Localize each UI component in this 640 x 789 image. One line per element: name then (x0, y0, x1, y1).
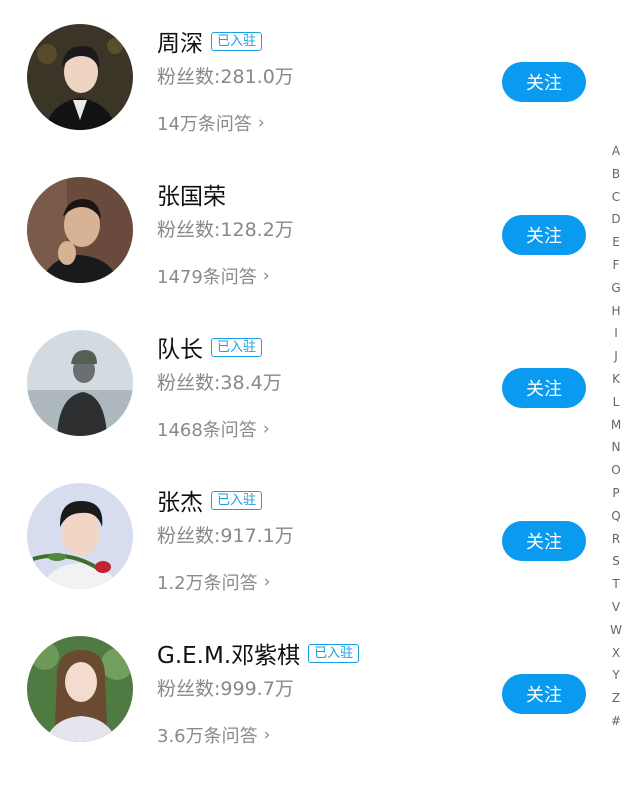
qa-count: 1468条问答 (157, 420, 257, 441)
chevron-right-icon: › (262, 266, 270, 286)
index-letter-s[interactable]: S (604, 550, 628, 573)
verified-badge: 已入驻 (211, 337, 263, 357)
avatar[interactable] (27, 24, 133, 130)
qa-count: 1479条问答 (157, 267, 257, 288)
user-name[interactable]: G.E.M.邓紫棋 (157, 636, 300, 670)
index-letter-f[interactable]: F (604, 254, 628, 277)
index-letter-m[interactable]: M (604, 414, 628, 437)
index-letter-c[interactable]: C (604, 186, 628, 209)
follow-button[interactable]: 关注 (502, 368, 586, 408)
qa-count-link[interactable]: 1468条问答 › (157, 416, 270, 442)
follow-button[interactable]: 关注 (502, 62, 586, 102)
verified-badge: 已入驻 (308, 643, 360, 663)
avatar[interactable] (27, 177, 133, 283)
user-name[interactable]: 张国荣 (157, 177, 226, 211)
qa-count: 14万条问答 (157, 114, 252, 135)
index-letter-a[interactable]: A (604, 140, 628, 163)
index-letter-g[interactable]: G (604, 277, 628, 300)
qa-count-link[interactable]: 1479条问答 › (157, 263, 270, 289)
avatar[interactable] (27, 330, 133, 436)
index-letter-d[interactable]: D (604, 208, 628, 231)
user-name[interactable]: 周深 (157, 24, 203, 58)
index-letter-hash[interactable]: # (604, 710, 628, 733)
index-letter-e[interactable]: E (604, 231, 628, 254)
index-letter-p[interactable]: P (604, 482, 628, 505)
follower-count: 粉丝数:38.4万 (157, 372, 282, 394)
index-letter-v[interactable]: V (604, 596, 628, 619)
chevron-right-icon: › (263, 725, 271, 745)
avatar[interactable] (27, 636, 133, 742)
index-letter-j[interactable]: J (604, 345, 628, 368)
follow-button[interactable]: 关注 (502, 521, 586, 561)
verified-badge: 已入驻 (211, 31, 263, 51)
user-row-zhang-guorong[interactable]: 张国荣 粉丝数:128.2万 1479条问答 › 关注 (0, 177, 600, 330)
qa-count: 3.6万条问答 (157, 726, 258, 747)
index-letter-o[interactable]: O (604, 459, 628, 482)
index-letter-i[interactable]: I (604, 322, 628, 345)
index-letter-w[interactable]: W (604, 619, 628, 642)
chevron-right-icon: › (262, 419, 270, 439)
index-letter-b[interactable]: B (604, 163, 628, 186)
index-letter-z[interactable]: Z (604, 687, 628, 710)
follow-button[interactable]: 关注 (502, 215, 586, 255)
index-letter-x[interactable]: X (604, 642, 628, 665)
chevron-right-icon: › (263, 572, 271, 592)
user-row-zhang-jie[interactable]: 张杰 已入驻 粉丝数:917.1万 1.2万条问答 › 关注 (0, 483, 600, 636)
user-name[interactable]: 张杰 (157, 483, 203, 517)
follower-count: 粉丝数:917.1万 (157, 525, 294, 547)
index-letter-l[interactable]: L (604, 391, 628, 414)
index-letter-n[interactable]: N (604, 436, 628, 459)
index-letter-h[interactable]: H (604, 300, 628, 323)
qa-count-link[interactable]: 1.2万条问答 › (157, 569, 270, 595)
qa-count-link[interactable]: 14万条问答 › (157, 110, 265, 136)
user-name[interactable]: 队长 (157, 330, 203, 364)
user-row-dui-zhang[interactable]: 队长 已入驻 粉丝数:38.4万 1468条问答 › 关注 (0, 330, 600, 483)
follower-count: 粉丝数:281.0万 (157, 66, 294, 88)
qa-count: 1.2万条问答 (157, 573, 258, 594)
verified-badge: 已入驻 (211, 490, 263, 510)
index-letter-k[interactable]: K (604, 368, 628, 391)
follower-count: 粉丝数:999.7万 (157, 678, 294, 700)
chevron-right-icon: › (257, 113, 265, 133)
follower-count: 粉丝数:128.2万 (157, 219, 294, 241)
user-row-gem[interactable]: G.E.M.邓紫棋 已入驻 粉丝数:999.7万 3.6万条问答 › 关注 (0, 636, 600, 789)
index-letter-q[interactable]: Q (604, 505, 628, 528)
index-letter-r[interactable]: R (604, 528, 628, 551)
avatar[interactable] (27, 483, 133, 589)
user-row-zhou-shen[interactable]: 周深 已入驻 粉丝数:281.0万 14万条问答 › 关注 (0, 24, 600, 177)
index-letter-y[interactable]: Y (604, 664, 628, 687)
index-letter-t[interactable]: T (604, 573, 628, 596)
follow-button[interactable]: 关注 (502, 674, 586, 714)
qa-count-link[interactable]: 3.6万条问答 › (157, 722, 270, 748)
alphabet-index[interactable]: A B C D E F G H I J K L M N O P Q R S T V W X Y Z # (604, 140, 628, 733)
